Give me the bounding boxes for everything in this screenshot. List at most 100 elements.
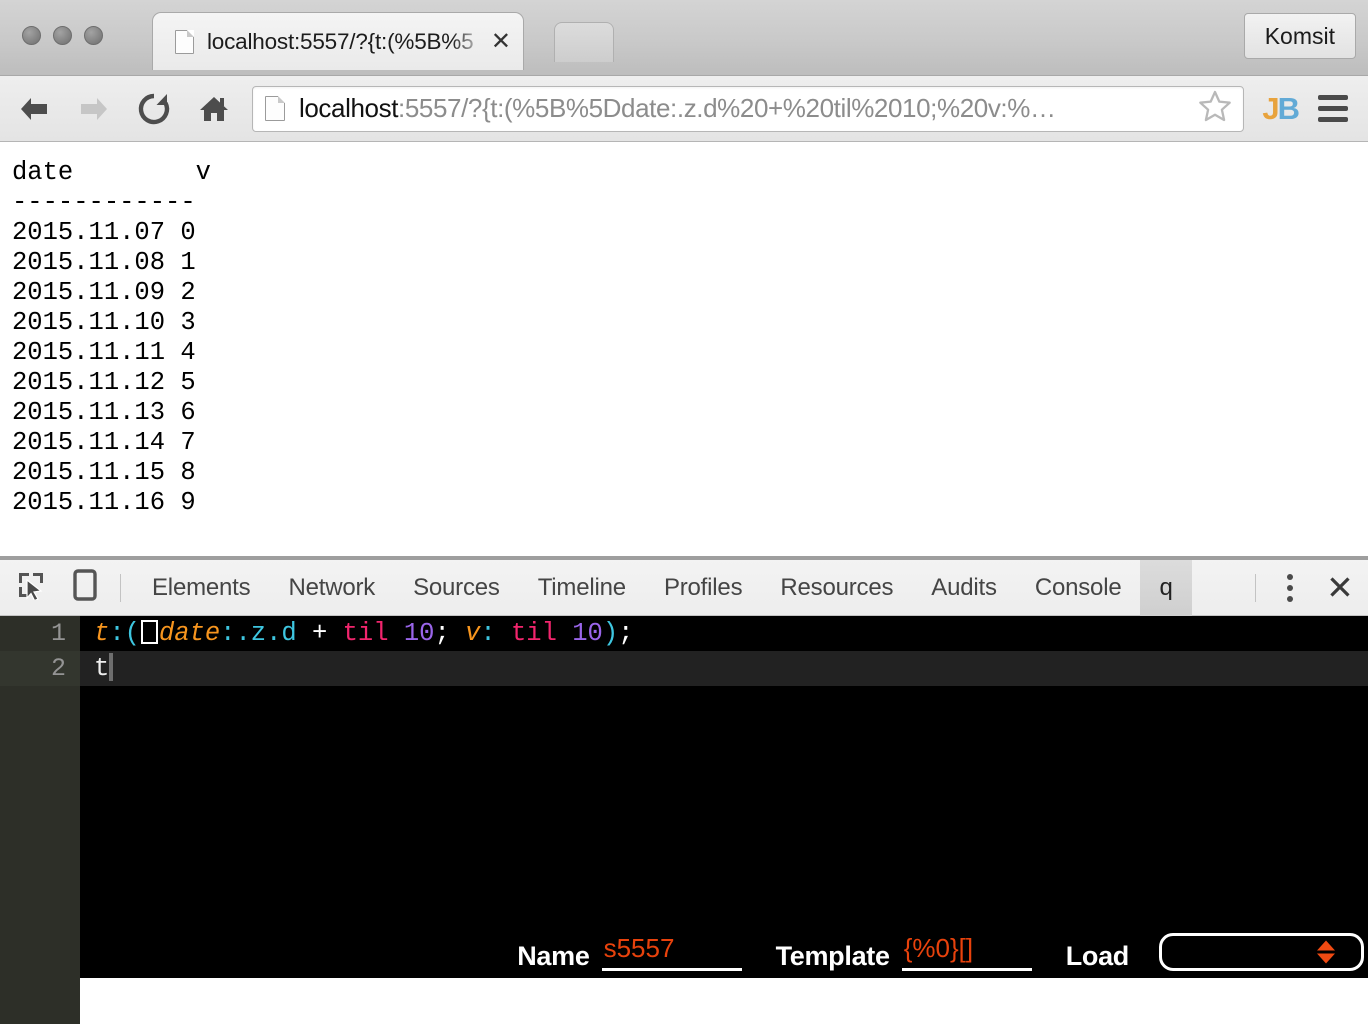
back-arrow-icon [17,94,51,124]
template-label: Template [775,941,890,971]
page-viewport: date v ------------ 2015.11.07 0 2015.11… [0,142,1368,556]
page-info-icon[interactable] [265,96,285,121]
load-field-group: Load [1066,933,1364,971]
kebab-dot-2 [1287,584,1293,591]
url-host: localhost [299,93,399,123]
browser-tab[interactable]: localhost:5557/?{t:(%5B%5 ✕ [152,12,524,70]
close-devtools-icon[interactable]: ✕ [1312,571,1368,604]
tab-audits[interactable]: Audits [912,560,1016,616]
load-select[interactable] [1159,933,1364,971]
token-num-1: 10 [403,619,435,648]
code-line-2-content: t [80,651,1368,686]
kebab-dot-1 [1287,573,1293,580]
toolbar-divider-right [1255,573,1256,602]
code-line-2[interactable]: 2 t [0,651,1368,686]
profile-button[interactable]: Komsit [1243,13,1356,59]
browser-toolbar: localhost:5557/?{t:(%5B%5Ddate:.z.d%20+%… [0,76,1368,142]
q-code-editor[interactable]: 1 t:(date:.z.d + til 10; v: til 10); 2 t… [0,616,1368,1024]
zoom-window-button[interactable] [84,26,103,45]
token-line2-t: t [94,654,110,683]
tab-console-label: Console [1034,573,1122,601]
tab-elements-label: Elements [152,573,251,601]
token-colon-1: : [109,619,125,648]
jb-extension-icon[interactable]: JB [1262,91,1300,126]
tab-strip: localhost:5557/?{t:(%5B%5 ✕ [152,12,524,76]
token-plus: + [296,619,343,648]
device-toolbar-button[interactable] [62,565,108,611]
tab-console[interactable]: Console [1016,560,1141,616]
tab-resources[interactable]: Resources [761,560,912,616]
window-traffic-lights [22,26,103,45]
token-paren-close: ) [602,619,619,648]
devtools-toolbar: Elements Network Sources Timeline Profil… [0,559,1368,616]
toolbar-divider [120,573,121,602]
tab-title: localhost:5557/?{t:(%5B%5 [207,28,474,54]
reload-button[interactable] [128,83,180,135]
tab-profiles[interactable]: Profiles [645,560,761,616]
spinner-arrows-icon [1317,940,1335,964]
token-til-2: til [511,619,557,648]
token-paren-open: ( [124,619,140,648]
token-space-3 [557,619,572,648]
q-status-bar: Name s5557 Template {%0}[] Load [80,926,1368,978]
name-label: Name [517,941,590,971]
line-number-2: 2 [0,651,80,686]
tab-network[interactable]: Network [269,560,394,616]
menu-bar-1 [1318,95,1348,100]
text-cursor [109,653,114,681]
device-toolbar-icon [73,569,97,606]
menu-bar-3 [1318,117,1348,122]
tab-q[interactable]: q [1140,559,1192,616]
minimize-window-button[interactable] [53,26,72,45]
token-num-2: 10 [572,619,603,648]
close-window-button[interactable] [22,26,41,45]
tab-network-label: Network [288,573,376,601]
devtools-toolbar-right: ✕ [1243,571,1368,604]
jb-letter-j: J [1262,91,1279,126]
token-semi-1: ; [434,619,466,648]
missing-glyph-box [140,620,158,644]
template-input[interactable]: {%0}[] [901,933,1032,971]
home-button[interactable] [188,83,240,135]
token-t: t [94,619,110,648]
tab-sources[interactable]: Sources [394,560,519,616]
tab-timeline-label: Timeline [537,573,626,601]
forward-arrow-icon [77,94,111,124]
token-space-1 [389,619,404,648]
q-result-table: date v ------------ 2015.11.07 0 2015.11… [12,158,211,517]
token-colon-3: : [480,619,496,648]
url-path: :5557/?{t:(%5B%5Ddate:.z.d%20+%20til%201… [398,93,1056,123]
new-tab-button[interactable] [554,22,614,62]
bookmark-star-icon[interactable] [1197,89,1233,128]
reload-icon [137,92,171,126]
load-label: Load [1065,941,1130,971]
devtools-tabs: Elements Network Sources Timeline Profil… [133,559,1243,616]
token-semi-2: ; [618,619,634,648]
line-number-1: 1 [0,616,80,651]
editor-lines: 1 t:(date:.z.d + til 10; v: til 10); 2 t [0,616,1368,686]
tab-profiles-label: Profiles [663,573,743,601]
tab-audits-label: Audits [931,573,997,601]
arrow-down-icon [1317,953,1335,964]
tab-elements[interactable]: Elements [133,560,269,616]
arrow-up-icon [1317,940,1335,951]
template-field-group: Template {%0}[] [776,933,1032,971]
token-v: v [465,619,481,648]
more-options-icon[interactable] [1268,573,1312,602]
tab-timeline[interactable]: Timeline [519,560,645,616]
code-line-1[interactable]: 1 t:(date:.z.d + til 10; v: til 10); [0,616,1368,651]
menu-bar-2 [1318,106,1348,111]
token-colon-2: : [220,619,236,648]
back-button[interactable] [8,83,60,135]
kebab-dot-3 [1287,595,1293,602]
forward-button[interactable] [68,83,120,135]
hamburger-menu-icon[interactable] [1310,95,1356,122]
document-icon [175,29,194,54]
name-input[interactable]: s5557 [601,933,742,971]
close-icon[interactable]: ✕ [491,29,511,54]
address-bar[interactable]: localhost:5557/?{t:(%5B%5Ddate:.z.d%20+%… [252,85,1245,132]
tab-resources-label: Resources [780,573,894,601]
token-date: date [158,619,221,648]
profile-button-label: Komsit [1264,22,1335,49]
inspect-element-button[interactable] [8,565,54,611]
